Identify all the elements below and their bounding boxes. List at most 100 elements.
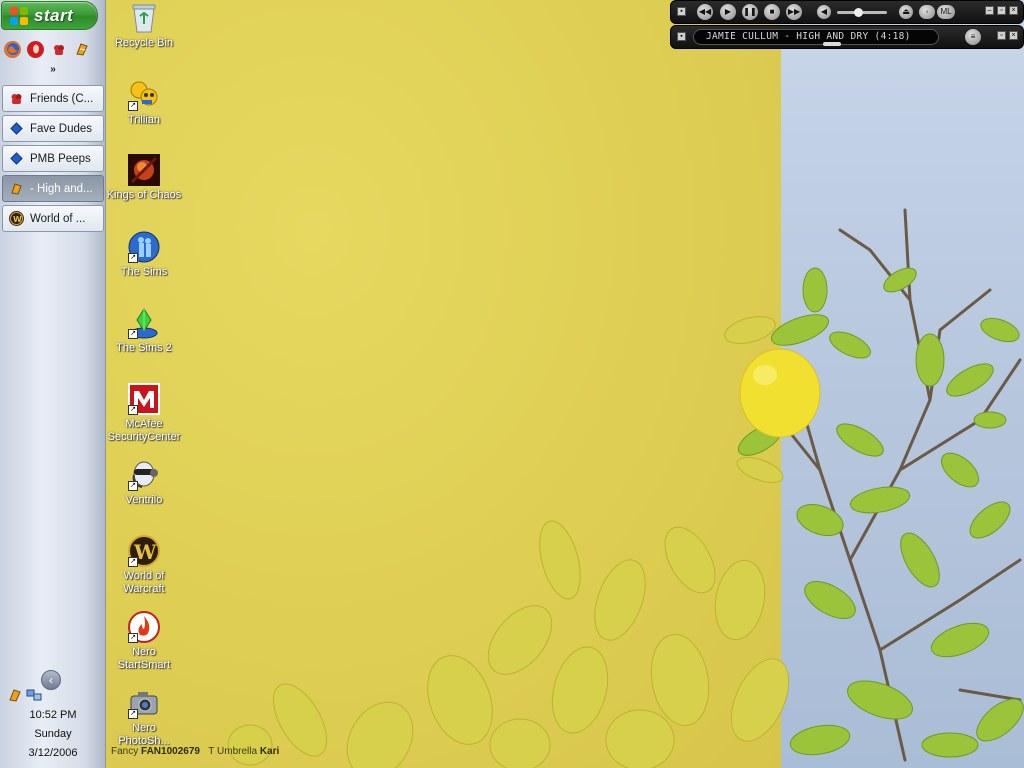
opera-icon[interactable] <box>27 40 44 58</box>
svg-text:W: W <box>13 215 22 224</box>
desktop-icon-world-of-warcraft[interactable]: W ↗ World of Warcraft <box>106 535 182 596</box>
desktop-icon-label: Kings of Chaos <box>106 189 182 201</box>
blue-diamond-icon <box>9 121 24 136</box>
task-button-world-of-warcraft[interactable]: W World of ... <box>2 205 104 232</box>
shortcut-arrow-icon: ↗ <box>128 101 138 111</box>
taskbar: start » Friends (C... Fave Dudes PMB Pee… <box>0 0 106 768</box>
kings-of-chaos-icon <box>128 154 160 186</box>
desktop-icon-label: McAfee SecurityCenter <box>107 418 181 443</box>
task-button-label: Friends (C... <box>30 92 94 105</box>
desktop-icon-ventrilo[interactable]: ↗ Ventrilo <box>106 459 182 507</box>
shade-icon[interactable]: ▫ <box>997 6 1006 15</box>
winamp-icon[interactable] <box>73 41 90 58</box>
winamp-tray-icon[interactable] <box>8 688 22 705</box>
task-button-label: Fave Dudes <box>30 122 93 135</box>
desktop-icon-the-sims[interactable]: ↗ The Sims <box>106 231 182 279</box>
now-playing-display[interactable]: JAMIE CULLUM - HIGH AND DRY (4:18) <box>693 29 939 45</box>
clock-day: Sunday <box>34 728 72 740</box>
trillian-icon: ↗ <box>128 79 160 111</box>
msn-icon <box>9 91 24 106</box>
winamp-menu-icon[interactable]: ▪ <box>677 32 686 41</box>
nero-flame-icon: ↗ <box>128 611 160 643</box>
previous-track-icon[interactable]: ◀◀ <box>697 4 713 20</box>
shortcut-arrow-icon: ↗ <box>128 481 138 491</box>
blue-diamond-icon <box>9 151 24 166</box>
desktop-icon-label: Ventrilo <box>125 494 163 506</box>
lemon-fruit <box>739 348 821 438</box>
shortcut-arrow-icon: ↗ <box>128 633 138 643</box>
clock-date: 3/12/2006 <box>28 747 78 759</box>
windows-logo-icon <box>10 6 28 25</box>
winamp-main-bar: ▪ ◀◀ ▶ ❚❚ ■ ▶▶ ◀ ⏏ ◦ ML – ▫ × <box>670 0 1024 24</box>
recycle-bin-icon <box>128 2 160 34</box>
winamp-player: ▪ ◀◀ ▶ ❚❚ ■ ▶▶ ◀ ⏏ ◦ ML – ▫ × ▪ JAMIE CU… <box>670 0 1024 50</box>
camera-icon: ↗ <box>128 687 160 719</box>
clock-time[interactable]: 10:52 PM <box>0 709 106 721</box>
play-icon[interactable]: ▶ <box>720 4 736 20</box>
close-icon[interactable]: × <box>1009 31 1018 40</box>
volume-slider[interactable] <box>837 8 887 17</box>
system-tray: ‹ 10:52 PM Sunday 3/12/2006 <box>0 668 106 768</box>
credit-author: Kari <box>259 746 280 757</box>
credit-text: Umbrella <box>217 746 258 757</box>
desktop-icon-kings-of-chaos[interactable]: Kings of Chaos <box>106 154 182 202</box>
equalizer-toggle-icon[interactable]: ◦ <box>919 5 935 19</box>
winamp-title-bar: ▪ JAMIE CULLUM - HIGH AND DRY (4:18) ≡ ▫… <box>670 25 1024 49</box>
task-button-friends[interactable]: Friends (C... <box>2 85 104 112</box>
start-label: start <box>34 5 74 25</box>
eject-icon[interactable]: ⏏ <box>899 5 913 19</box>
pause-icon[interactable]: ❚❚ <box>742 4 758 20</box>
the-sims-icon: ↗ <box>128 231 160 263</box>
desktop-icon-label: The Sims 2 <box>116 342 172 354</box>
credit-text: Fancy <box>111 746 139 757</box>
playlist-icon[interactable]: ≡ <box>965 29 981 45</box>
firefox-icon[interactable] <box>4 40 21 58</box>
warcraft-icon: W ↗ <box>128 535 160 567</box>
shortcut-arrow-icon: ↗ <box>128 405 138 415</box>
desktop-icon-label: Nero PhotoSh... <box>118 722 170 747</box>
quick-launch-bar <box>4 38 102 60</box>
minimize-icon[interactable]: – <box>985 6 994 15</box>
winamp-icon <box>9 181 24 196</box>
volume-slider-knob[interactable] <box>854 8 863 17</box>
desktop-icon-label: The Sims <box>120 266 168 278</box>
desktop-icon-nero-startsmart[interactable]: ↗ Nero StartSmart <box>106 611 182 672</box>
desktop-icon-trillian[interactable]: ↗ Trillian <box>106 79 182 127</box>
ventrilo-headset-icon: ↗ <box>128 459 160 491</box>
start-button[interactable]: start <box>1 1 98 30</box>
stop-icon[interactable]: ■ <box>764 4 780 20</box>
close-icon[interactable]: × <box>1009 6 1018 15</box>
desktop-icon-nero-photoshow[interactable]: ↗ Nero PhotoSh... <box>106 687 182 748</box>
shortcut-arrow-icon: ↗ <box>128 329 138 339</box>
mcafee-icon: ↗ <box>128 383 160 415</box>
task-button-label: World of ... <box>30 212 86 225</box>
quick-launch-expand-icon[interactable]: » <box>46 64 60 78</box>
media-library-button[interactable]: ML <box>937 5 955 19</box>
tray-icons <box>8 688 42 705</box>
task-button-fave-dudes[interactable]: Fave Dudes <box>2 115 104 142</box>
desktop-icon-the-sims-2[interactable]: ↗ The Sims 2 <box>106 307 182 355</box>
network-tray-icon[interactable] <box>26 688 42 705</box>
desktop-icon-label: Recycle Bin <box>114 37 174 49</box>
desktop-icon-label: Nero StartSmart <box>117 646 171 671</box>
plumbob-icon: ↗ <box>128 307 160 339</box>
task-button-pmb-peeps[interactable]: PMB Peeps <box>2 145 104 172</box>
desktop-icon-mcafee[interactable]: ↗ McAfee SecurityCenter <box>106 383 182 444</box>
warcraft-icon: W <box>9 211 24 226</box>
volume-icon: ◀ <box>817 5 831 19</box>
tray-collapse-chevron-icon[interactable]: ‹ <box>41 670 61 690</box>
shortcut-arrow-icon: ↗ <box>128 709 138 719</box>
desktop-icon-label: World of Warcraft <box>123 570 165 595</box>
msn-icon[interactable] <box>50 41 67 58</box>
task-button-high-and-dry[interactable]: - High and... <box>2 175 104 202</box>
shortcut-arrow-icon: ↗ <box>128 557 138 567</box>
desktop-icon-recycle-bin[interactable]: Recycle Bin <box>106 2 182 50</box>
winamp-menu-icon[interactable]: ▪ <box>677 7 686 16</box>
next-track-icon[interactable]: ▶▶ <box>786 4 802 20</box>
shade-icon[interactable]: ▫ <box>997 31 1006 40</box>
shortcut-arrow-icon: ↗ <box>128 253 138 263</box>
seek-bar-knob[interactable] <box>823 42 841 46</box>
umbrella-icon: T <box>208 746 215 757</box>
task-button-label: PMB Peeps <box>30 152 91 165</box>
credit-id: FAN1002679 <box>141 746 200 757</box>
